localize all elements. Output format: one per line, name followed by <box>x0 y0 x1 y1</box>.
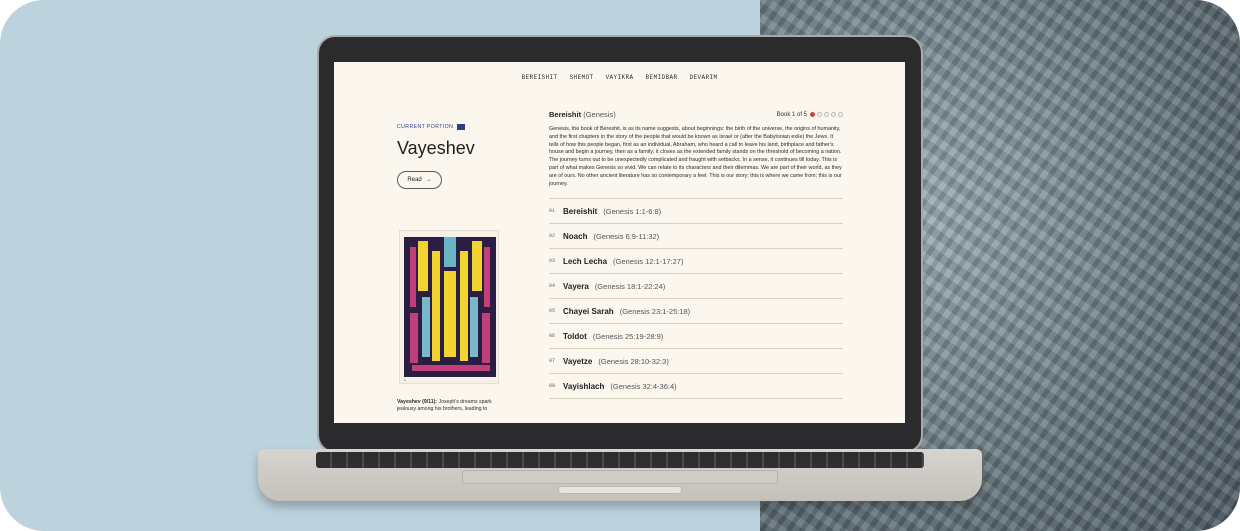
book-description: Genesis, the book of Bereshit, is as its… <box>549 126 842 187</box>
laptop-screen: BEREISHIT SHEMOT VAYIKRA BEMIDBAR DEVARI… <box>334 62 905 423</box>
nav-item-vayikra[interactable]: VAYIKRA <box>605 74 633 81</box>
laptop-notch <box>558 486 682 494</box>
book-panel: Bereishit (Genesis) Book 1 of 5 Genesis,… <box>549 110 843 400</box>
showcase-frame: BEREISHIT SHEMOT VAYIKRA BEMIDBAR DEVARI… <box>0 0 1240 531</box>
nav-item-shemot[interactable]: SHEMOT <box>569 74 593 81</box>
portion-row[interactable]: 03 Lech Lecha (Genesis 12:1-17:27) <box>549 249 843 275</box>
portion-row[interactable]: 07 Vayetze (Genesis 28:10-32:3) <box>549 349 843 375</box>
portion-poster: ● · · · <box>399 230 499 384</box>
book-title: Bereishit (Genesis) <box>549 110 616 119</box>
book-pager-dots <box>810 112 843 117</box>
pager-dot-5[interactable] <box>838 112 843 117</box>
current-portion-panel: CURRENT PORTION Vayeshev Read → <box>397 124 507 189</box>
book-header: Bereishit (Genesis) Book 1 of 5 <box>549 110 843 119</box>
poster-logo-icon: ● <box>404 378 406 382</box>
pager-dot-1[interactable] <box>810 112 815 117</box>
portion-list: 01 Bereishit (Genesis 1:1-6:8) 02 Noach … <box>549 198 843 400</box>
portion-row[interactable]: 06 Toldot (Genesis 25:19-28:9) <box>549 324 843 350</box>
pager-dot-3[interactable] <box>824 112 829 117</box>
poster-caption: ● · · · <box>404 378 496 382</box>
portion-row[interactable]: 01 Bereishit (Genesis 1:1-6:8) <box>549 199 843 225</box>
arrow-right-icon: → <box>425 177 432 183</box>
portion-title: Vayeshev <box>397 138 475 158</box>
nav-item-bemidbar[interactable]: BEMIDBAR <box>646 74 678 81</box>
portion-row[interactable]: 02 Noach (Genesis 6:9-11:32) <box>549 224 843 250</box>
pager-dot-2[interactable] <box>817 112 822 117</box>
current-portion-label: CURRENT PORTION <box>397 124 507 130</box>
nav-item-bereishit[interactable]: BEREISHIT <box>521 74 557 81</box>
laptop-keyboard <box>316 452 924 468</box>
poster-credit: · · · <box>491 378 496 382</box>
pager-dot-4[interactable] <box>831 112 836 117</box>
book-pager: Book 1 of 5 <box>777 112 843 118</box>
flag-icon <box>457 124 466 130</box>
portion-row[interactable]: 08 Vayishlach (Genesis 32:4-36:4) <box>549 374 843 400</box>
laptop-trackpad <box>462 470 778 484</box>
poster-graphic <box>404 237 496 377</box>
nav-item-devarim[interactable]: DEVARIM <box>690 74 718 81</box>
read-button[interactable]: Read → <box>397 171 442 189</box>
portion-row[interactable]: 05 Chayei Sarah (Genesis 23:1-25:18) <box>549 299 843 325</box>
portion-description: Vayeshev (9/11): Joseph's dreams spark j… <box>397 399 492 412</box>
top-nav: BEREISHIT SHEMOT VAYIKRA BEMIDBAR DEVARI… <box>334 74 905 81</box>
poster-artwork <box>404 237 496 377</box>
portion-row[interactable]: 04 Vayera (Genesis 18:1-22:24) <box>549 274 843 300</box>
